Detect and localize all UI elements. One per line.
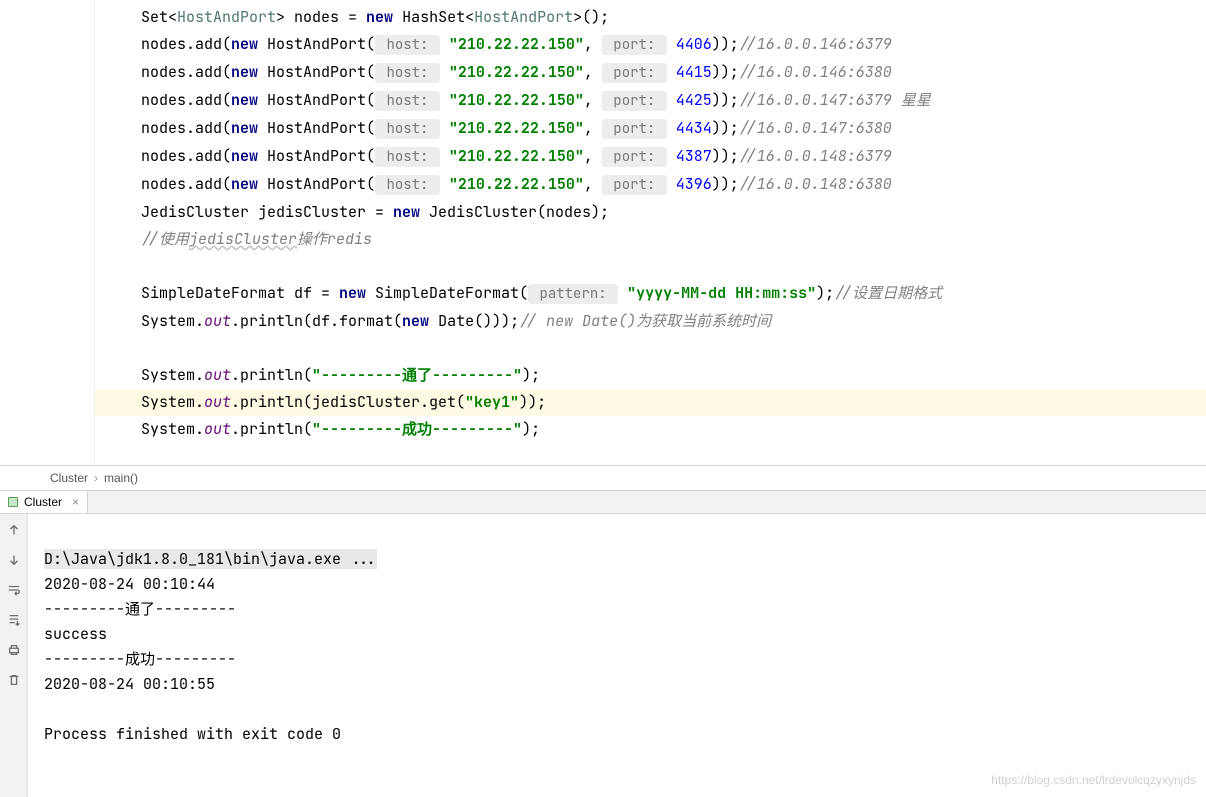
- breadcrumb-item[interactable]: main(): [104, 471, 138, 485]
- console-line: 2020-08-24 00:10:55: [44, 674, 215, 694]
- chevron-right-icon: ›: [94, 471, 98, 485]
- run-config-icon: [8, 497, 18, 507]
- arrow-down-icon[interactable]: [6, 552, 22, 568]
- console-toolbar: [0, 514, 28, 797]
- breadcrumb[interactable]: Cluster › main(): [0, 465, 1206, 490]
- close-icon[interactable]: ×: [72, 495, 79, 509]
- console-line: ---------通了---------: [44, 599, 236, 619]
- console-line: 2020-08-24 00:10:44: [44, 574, 215, 594]
- watermark: https://blog.csdn.net/lrdevolcqzyxynjds: [991, 768, 1196, 793]
- scroll-to-end-icon[interactable]: [6, 612, 22, 628]
- breadcrumb-item[interactable]: Cluster: [50, 471, 88, 485]
- console-output[interactable]: D:\Java\jdk1.8.0_181\bin\java.exe ... 20…: [28, 514, 1206, 797]
- run-tabs-bar: Cluster ×: [0, 490, 1206, 514]
- console-line: ---------成功---------: [44, 649, 236, 669]
- trash-icon[interactable]: [6, 672, 22, 688]
- console-panel: D:\Java\jdk1.8.0_181\bin\java.exe ... 20…: [0, 514, 1206, 797]
- console-command: D:\Java\jdk1.8.0_181\bin\java.exe ...: [44, 549, 377, 569]
- code-editor[interactable]: Set<HostAndPort> nodes = new HashSet<Hos…: [0, 0, 1206, 465]
- run-tab-label: Cluster: [24, 495, 62, 509]
- soft-wrap-icon[interactable]: [6, 582, 22, 598]
- run-tab-cluster[interactable]: Cluster ×: [0, 491, 88, 513]
- code-content[interactable]: Set<HostAndPort> nodes = new HashSet<Hos…: [95, 0, 1206, 465]
- console-line: success: [44, 624, 107, 644]
- console-line: Process finished with exit code 0: [44, 724, 341, 744]
- print-icon[interactable]: [6, 642, 22, 658]
- editor-gutter: [0, 0, 95, 465]
- arrow-up-icon[interactable]: [6, 522, 22, 538]
